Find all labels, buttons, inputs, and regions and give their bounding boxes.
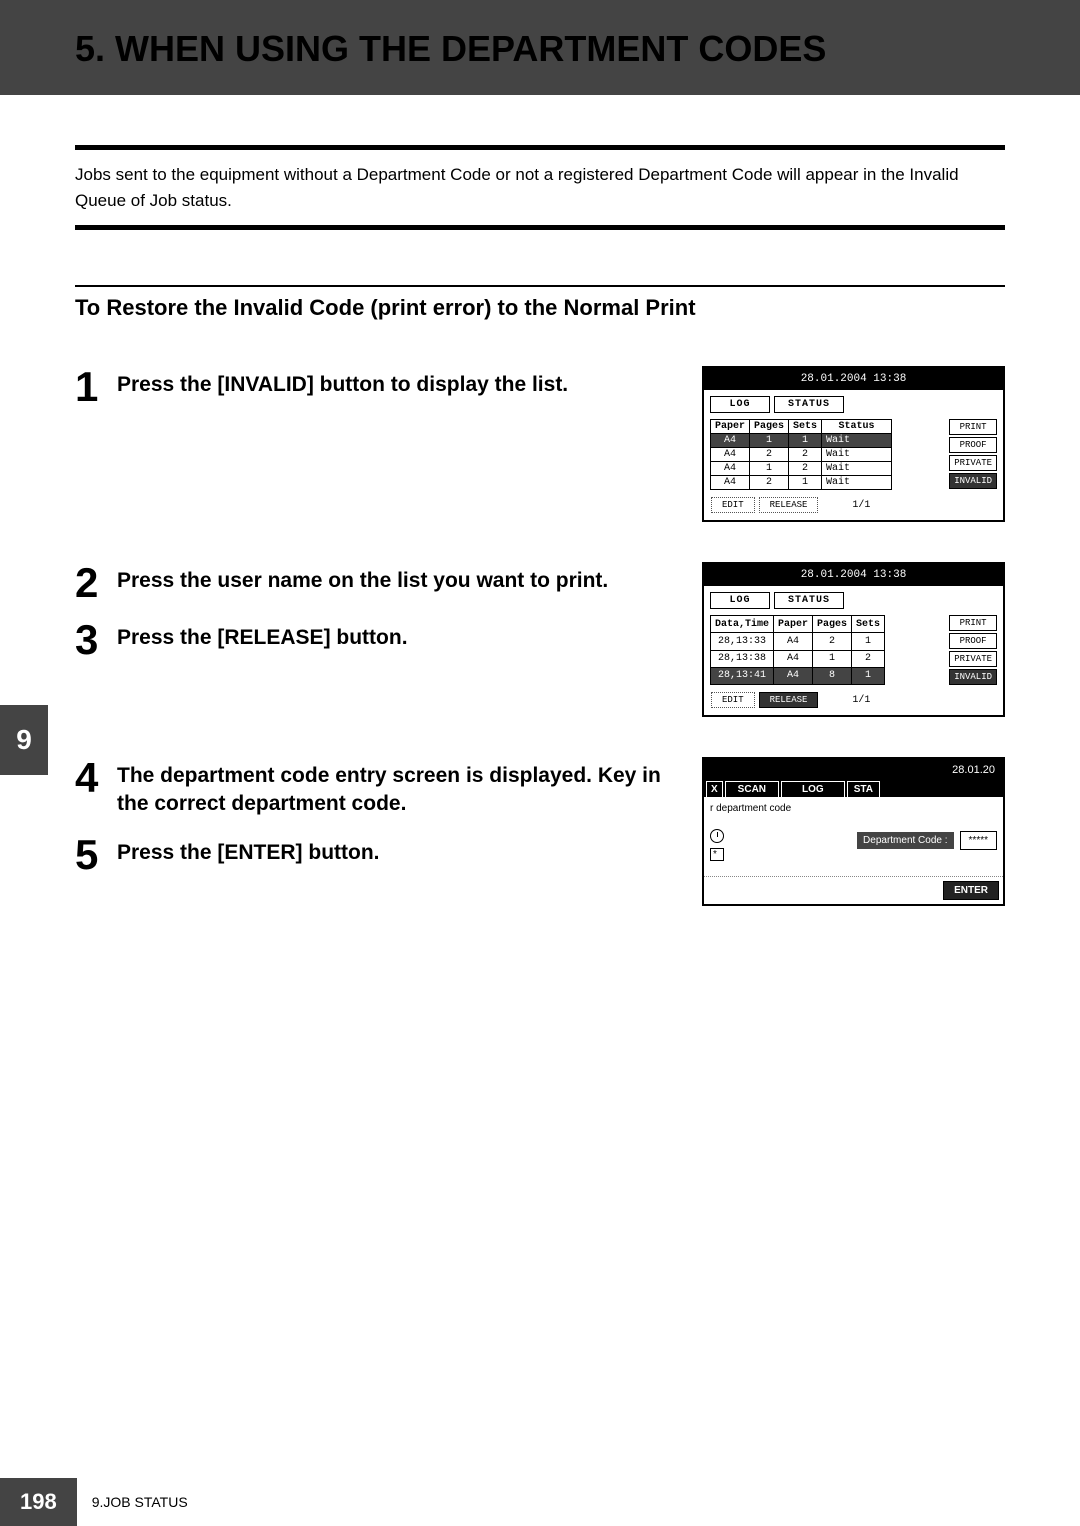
step-3-num: 3 xyxy=(75,619,105,661)
step-5-left: 5 Press the [ENTER] button. xyxy=(75,834,682,876)
step-2-text: Press the user name on the list you want… xyxy=(117,562,608,604)
scr1-h-paper: Paper xyxy=(711,420,750,434)
step-2-num: 2 xyxy=(75,562,105,604)
table-row[interactable]: 28,13:33 A4 2 1 xyxy=(711,633,885,650)
step-1-text: Press the [INVALID] button to display th… xyxy=(117,366,568,408)
table-row[interactable]: A4 2 1 Wait xyxy=(711,476,892,490)
scr1-datetime: 28.01.2004 13:38 xyxy=(704,368,1003,390)
scr2-proof-button[interactable]: PROOF xyxy=(949,633,997,649)
subsection-title: To Restore the Invalid Code (print error… xyxy=(75,295,1005,321)
scr1-tab-log[interactable]: LOG xyxy=(710,396,770,413)
content-area: Jobs sent to the equipment without a Dep… xyxy=(0,95,1080,906)
screenshot-1: 28.01.2004 13:38 LOG STATUS Paper Pages … xyxy=(702,366,1005,522)
scr1-edit-button[interactable]: EDIT xyxy=(711,497,755,513)
screenshot-3: 28.01.20 X SCAN LOG STA r department cod… xyxy=(702,757,1005,906)
clock-icon xyxy=(710,829,724,843)
footer: 198 9.JOB STATUS xyxy=(0,1478,188,1526)
scr3-enter-button[interactable]: ENTER xyxy=(943,881,999,900)
scr2-release-button[interactable]: RELEASE xyxy=(759,692,819,708)
intro-text: Jobs sent to the equipment without a Dep… xyxy=(75,162,1005,213)
scr1-h-sets: Sets xyxy=(789,420,822,434)
step-45-row: 4 The department code entry screen is di… xyxy=(75,757,1005,906)
scr2-table: Data,Time Paper Pages Sets 28,13:33 A4 2… xyxy=(710,615,885,685)
table-row[interactable]: A4 1 2 Wait xyxy=(711,462,892,476)
step-5-num: 5 xyxy=(75,834,105,876)
scr3-tab-scan[interactable]: SCAN xyxy=(725,781,779,797)
table-row[interactable]: 28,13:41 A4 8 1 xyxy=(711,667,885,684)
scr1-release-button[interactable]: RELEASE xyxy=(759,497,819,513)
scr2-datetime: 28.01.2004 13:38 xyxy=(704,564,1003,586)
rule-top xyxy=(75,145,1005,150)
footer-page-number: 198 xyxy=(0,1478,77,1526)
scr2-h-datetime: Data,Time xyxy=(711,616,774,633)
step-1-row: 1 Press the [INVALID] button to display … xyxy=(75,366,1005,522)
scr2-h-paper: Paper xyxy=(774,616,813,633)
footer-section: 9.JOB STATUS xyxy=(77,1494,188,1510)
page-title: 5. WHEN USING THE DEPARTMENT CODES xyxy=(75,28,826,70)
scr1-private-button[interactable]: PRIVATE xyxy=(949,455,997,471)
scr1-print-button[interactable]: PRINT xyxy=(949,419,997,435)
step-3-text: Press the [RELEASE] button. xyxy=(117,619,408,661)
scr3-datetime: 28.01.20 xyxy=(704,759,1003,781)
step-4-text: The department code entry screen is disp… xyxy=(117,757,682,819)
scr3-tab-x[interactable]: X xyxy=(706,781,723,797)
scr2-invalid-button[interactable]: INVALID xyxy=(949,669,997,685)
scr1-proof-button[interactable]: PROOF xyxy=(949,437,997,453)
screenshot-2: 28.01.2004 13:38 LOG STATUS Data,Time Pa… xyxy=(702,562,1005,717)
chapter-tab: 9 xyxy=(0,705,48,775)
step-3-left: 3 Press the [RELEASE] button. xyxy=(75,619,682,661)
scr1-tab-status[interactable]: STATUS xyxy=(774,396,844,413)
step-1-num: 1 xyxy=(75,366,105,408)
scr3-code-label: Department Code : xyxy=(857,832,954,849)
table-row[interactable]: A4 1 1 Wait xyxy=(711,434,892,448)
scr1-h-pages: Pages xyxy=(750,420,789,434)
subsection-rule xyxy=(75,285,1005,287)
scr2-page: 1/1 xyxy=(852,695,870,706)
step-23-row: 2 Press the user name on the list you wa… xyxy=(75,562,1005,717)
scr2-print-button[interactable]: PRINT xyxy=(949,615,997,631)
title-bar: 5. WHEN USING THE DEPARTMENT CODES xyxy=(0,0,1080,95)
scr3-tab-log[interactable]: LOG xyxy=(781,781,845,797)
scr2-h-pages: Pages xyxy=(813,616,852,633)
step-4-num: 4 xyxy=(75,757,105,819)
scr1-page: 1/1 xyxy=(852,500,870,511)
scr2-tab-status[interactable]: STATUS xyxy=(774,592,844,609)
scr3-tab-sta[interactable]: STA xyxy=(847,781,880,797)
scr2-edit-button[interactable]: EDIT xyxy=(711,692,755,708)
scr2-private-button[interactable]: PRIVATE xyxy=(949,651,997,667)
scr3-code-value[interactable]: ***** xyxy=(960,831,997,850)
scr1-h-status: Status xyxy=(822,420,892,434)
step-2-left: 2 Press the user name on the list you wa… xyxy=(75,562,682,604)
step-5-text: Press the [ENTER] button. xyxy=(117,834,380,876)
scr2-tab-log[interactable]: LOG xyxy=(710,592,770,609)
rule-bottom xyxy=(75,225,1005,230)
scr1-table: Paper Pages Sets Status A4 1 1 Wait xyxy=(710,419,892,490)
step-4-left: 4 The department code entry screen is di… xyxy=(75,757,682,819)
scr3-prompt: r department code xyxy=(710,803,997,814)
scr2-h-sets: Sets xyxy=(852,616,885,633)
step-1-left: 1 Press the [INVALID] button to display … xyxy=(75,366,682,408)
table-row[interactable]: A4 2 2 Wait xyxy=(711,448,892,462)
scr1-invalid-button[interactable]: INVALID xyxy=(949,473,997,489)
table-row[interactable]: 28,13:38 A4 1 2 xyxy=(711,650,885,667)
